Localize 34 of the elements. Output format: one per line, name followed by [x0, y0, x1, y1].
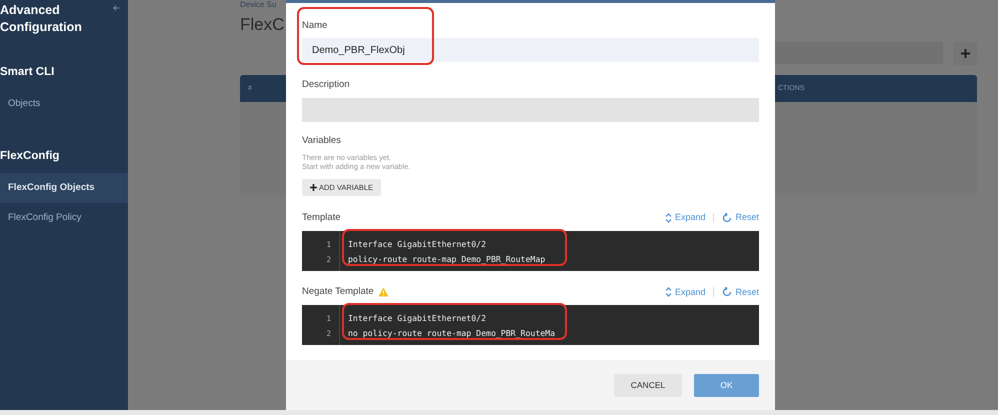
sidebar-heading: Smart CLI [0, 65, 56, 80]
breadcrumb: Device Su [240, 0, 276, 9]
action-link[interactable]: Expand [664, 286, 706, 299]
expand-icon [664, 213, 672, 223]
field-label: Name [302, 19, 328, 33]
section-label: Template [302, 210, 341, 225]
sidebar-item[interactable]: FlexConfig Policy [0, 203, 128, 234]
back-arrow-icon[interactable] [113, 4, 120, 12]
sidebar-item[interactable]: Objects [0, 89, 128, 120]
expand-icon [664, 287, 672, 298]
code-line: policy-route route-map Demo_PBR_RouteMap [348, 253, 546, 266]
action-link[interactable]: Reset [722, 286, 759, 299]
section-label: Negate Template [302, 285, 374, 300]
action-link[interactable]: Reset [722, 211, 759, 225]
code-line: Interface GigabitEthernet0/2 [348, 238, 488, 252]
page-title: FlexC [240, 14, 284, 36]
add-button[interactable] [953, 42, 977, 65]
section-label: Variables [302, 134, 342, 148]
plus-icon [310, 184, 317, 191]
action-link[interactable]: Expand [664, 211, 706, 225]
sidebar-title: Advanced Configuration [0, 2, 83, 36]
sidebar-heading: FlexConfig [0, 148, 60, 164]
description-input[interactable] [302, 98, 759, 122]
code-line: Interface GigabitEthernet0/2 [348, 312, 488, 326]
plus-icon [960, 48, 970, 59]
sidebar-item[interactable]: FlexConfig Objects [0, 172, 128, 203]
field-label: Description [302, 78, 351, 92]
reset-icon [722, 287, 732, 298]
search-field[interactable] [775, 42, 943, 64]
code-line: no policy-route route-map Demo_PBR_RouteMa [348, 327, 556, 340]
ok-button[interactable]: OK [694, 374, 759, 396]
cancel-button[interactable]: CANCEL [614, 374, 682, 396]
reset-icon [722, 213, 732, 223]
name-input[interactable]: Demo_PBR_FlexObj [302, 38, 759, 62]
